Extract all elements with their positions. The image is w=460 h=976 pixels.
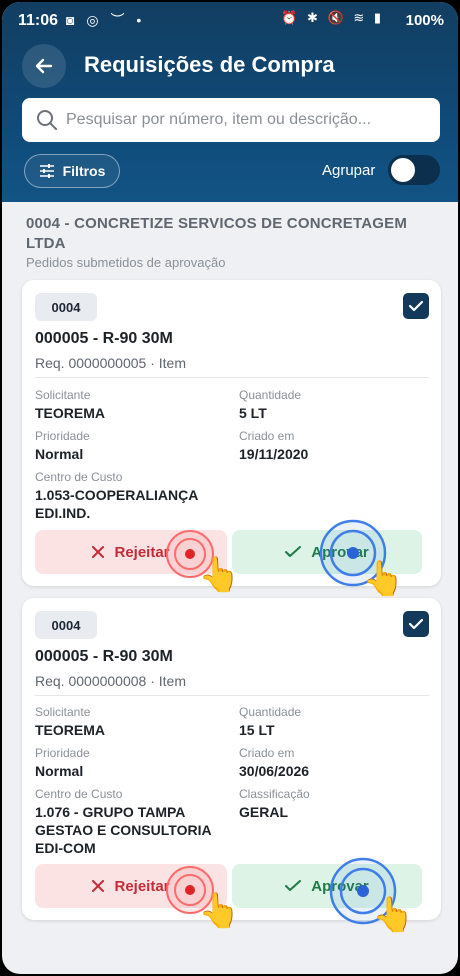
- reject-label: Rejeitar: [114, 543, 170, 561]
- filters-button[interactable]: Filtros: [24, 154, 120, 188]
- classification-value: GERAL: [239, 804, 288, 820]
- group-toggle[interactable]: [388, 155, 440, 185]
- requester-label: Solicitante: [35, 705, 91, 719]
- check-icon: [285, 880, 302, 891]
- phone-screen: 11:06 ◙ ◎ ︶ • ⏰ ✱ 🔇 ≋ ▮ 100% Requisições…: [2, 2, 458, 974]
- cost-center-value: 1.076 - GRUPO TAMPA GESTAO E CONSULTORIA…: [35, 804, 212, 856]
- created-label: Criado em: [239, 746, 295, 760]
- divider: [35, 377, 429, 378]
- group-label: Agrupar: [322, 162, 376, 179]
- requester-label: Solicitante: [35, 388, 91, 402]
- item-req: Req. 0000000008 · Item: [35, 673, 186, 689]
- priority-label: Prioridade: [35, 429, 90, 443]
- notification-icons: ◙ ◎ ︶ •: [66, 12, 146, 28]
- select-checkbox[interactable]: [403, 611, 429, 637]
- quantity-label: Quantidade: [239, 705, 302, 719]
- item-title: 000005 - R-90 30M: [35, 648, 173, 665]
- quantity-value: 15 LT: [239, 722, 275, 738]
- toggle-knob: [391, 158, 415, 182]
- battery-level: 100%: [405, 12, 444, 29]
- search-box[interactable]: [22, 98, 440, 142]
- check-icon: [408, 618, 424, 630]
- pointer-hand-icon: 👆: [198, 892, 241, 930]
- classification-label: Classificação: [239, 787, 310, 801]
- sliders-icon: [39, 164, 54, 178]
- page-title: Requisições de Compra: [84, 52, 335, 77]
- cost-center-value: 1.053-COOPERALIANÇA EDI.IND.: [35, 487, 198, 521]
- quantity-value: 5 LT: [239, 405, 267, 421]
- item-req: Req. 0000000005 · Item: [35, 355, 186, 371]
- arrow-left-icon: [35, 58, 53, 74]
- search-icon: [37, 110, 57, 130]
- supplier-title: 0004 - CONCRETIZE SERVICOS DE CONCRETAGE…: [26, 215, 408, 252]
- created-value: 30/06/2026: [239, 763, 310, 779]
- reject-label: Rejeitar: [114, 877, 170, 895]
- created-label: Criado em: [239, 429, 295, 443]
- check-icon: [408, 300, 424, 312]
- status-bar: 11:06 ◙ ◎ ︶ • ⏰ ✱ 🔇 ≋ ▮ 100%: [2, 2, 458, 36]
- supplier-subtitle: Pedidos submetidos de aprovação: [26, 255, 226, 270]
- close-icon: [92, 546, 105, 558]
- supplier-badge: 0004: [35, 611, 97, 639]
- select-checkbox[interactable]: [403, 293, 429, 319]
- search-input[interactable]: [66, 98, 430, 142]
- quantity-label: Quantidade: [239, 388, 302, 402]
- back-button[interactable]: [22, 44, 66, 88]
- supplier-badge: 0004: [35, 293, 97, 321]
- status-time: 11:06: [18, 12, 59, 29]
- check-icon: [285, 546, 302, 557]
- pointer-hand-icon: 👆: [372, 896, 415, 934]
- priority-label: Prioridade: [35, 746, 90, 760]
- system-icons: ⏰ ✱ 🔇 ≋ ▮: [281, 10, 384, 25]
- cost-center-label: Centro de Custo: [35, 470, 123, 484]
- priority-value: Normal: [35, 446, 84, 462]
- pointer-hand-icon: 👆: [198, 556, 241, 594]
- divider: [35, 695, 429, 696]
- filters-label: Filtros: [62, 163, 106, 179]
- cost-center-label: Centro de Custo: [35, 787, 123, 801]
- app-header: 11:06 ◙ ◎ ︶ • ⏰ ✱ 🔇 ≋ ▮ 100% Requisições…: [2, 2, 458, 202]
- priority-value: Normal: [35, 763, 84, 779]
- requester-value: TEOREMA: [35, 722, 105, 738]
- created-value: 19/11/2020: [239, 446, 309, 462]
- item-title: 000005 - R-90 30M: [35, 330, 173, 347]
- requester-value: TEOREMA: [35, 405, 105, 421]
- pointer-hand-icon: 👆: [362, 560, 405, 598]
- close-icon: [92, 880, 105, 892]
